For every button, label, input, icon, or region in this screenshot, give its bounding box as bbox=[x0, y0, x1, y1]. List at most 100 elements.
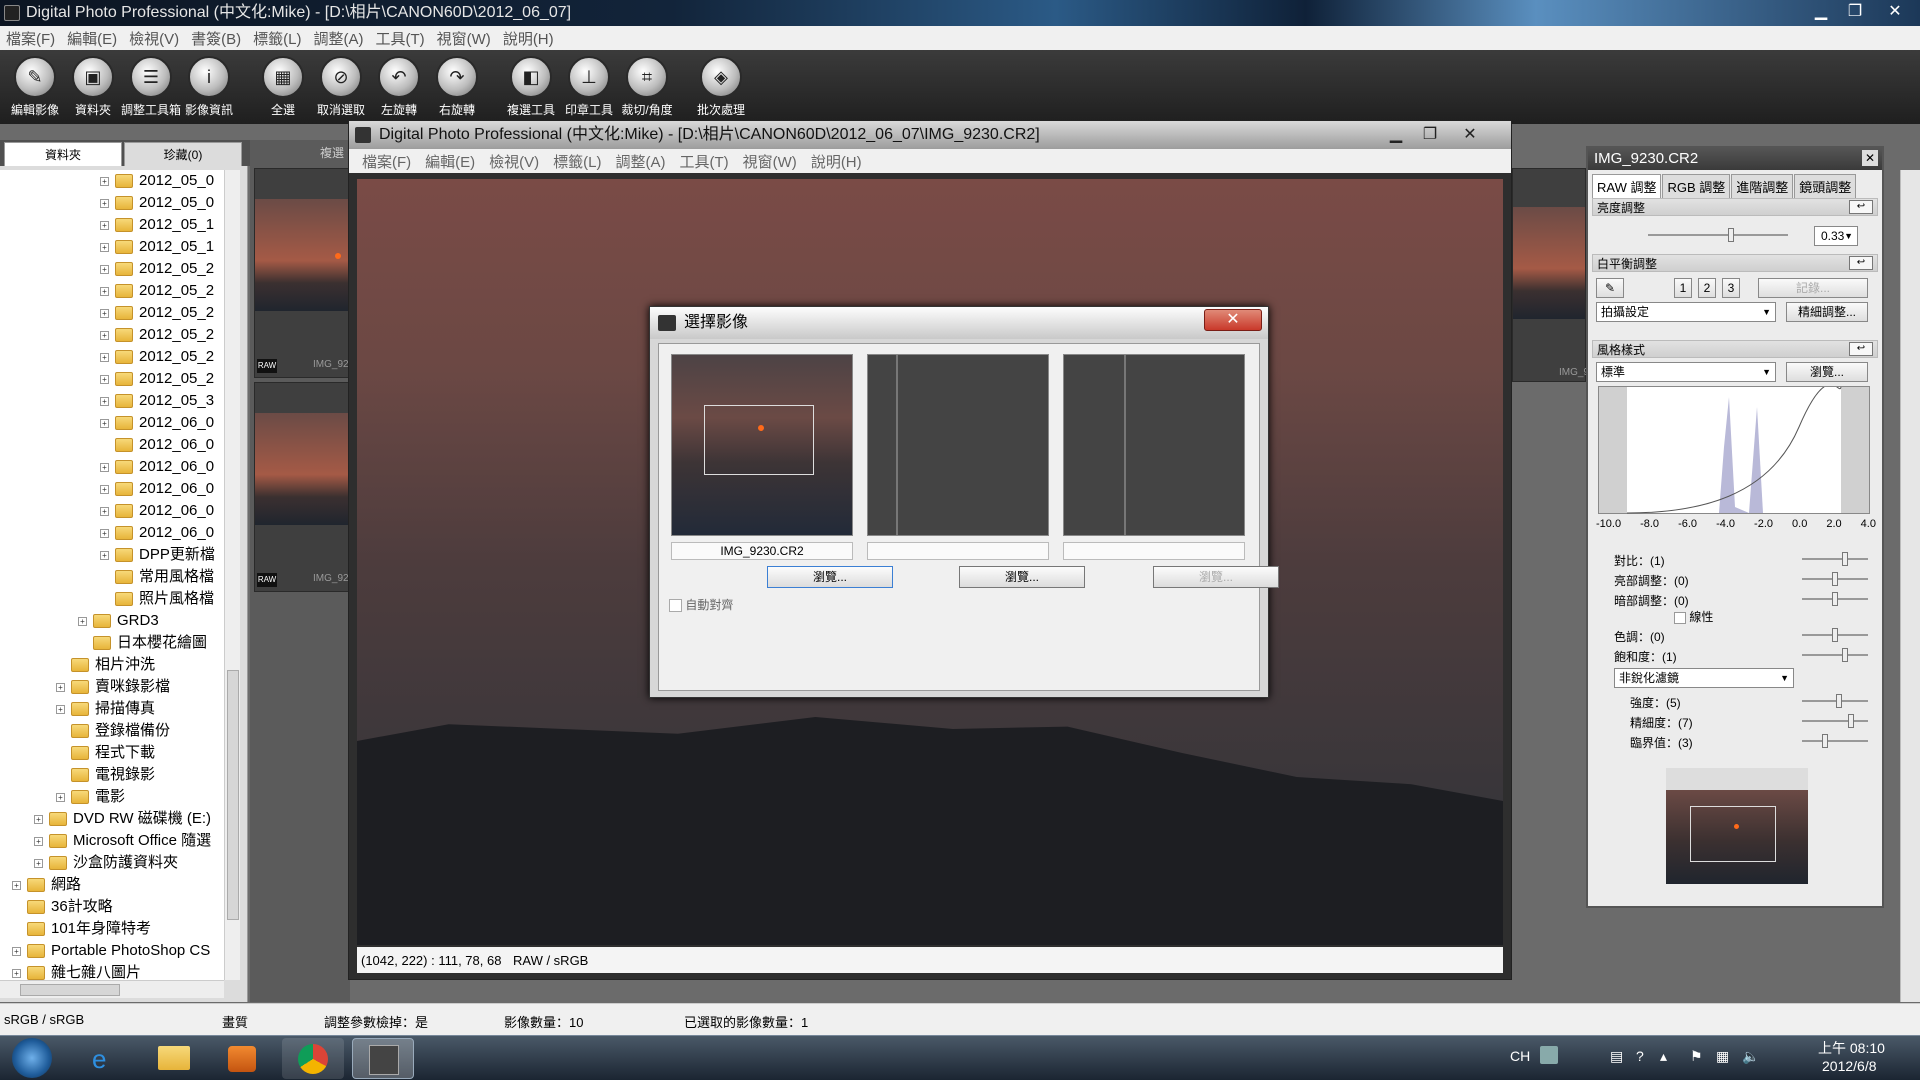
fineness-slider[interactable] bbox=[1802, 714, 1868, 728]
linear-option[interactable]: 線性 bbox=[1674, 608, 1713, 625]
slider-knob[interactable] bbox=[1728, 228, 1734, 242]
expand-toggle-icon[interactable]: + bbox=[100, 462, 109, 472]
tree-item[interactable]: + 沙盒防護資料夾 bbox=[34, 852, 178, 874]
expand-toggle-icon[interactable]: + bbox=[56, 792, 65, 802]
expand-toggle-icon[interactable]: + bbox=[100, 352, 109, 362]
tree-item[interactable]: 登錄檔備份 bbox=[56, 720, 170, 742]
expand-toggle-icon[interactable]: + bbox=[12, 968, 21, 978]
strength-slider[interactable] bbox=[1802, 694, 1868, 708]
tree-item[interactable]: 2012_06_0 bbox=[100, 434, 214, 456]
menu-help[interactable]: 說明(H) bbox=[497, 28, 560, 49]
tab-advanced-adjust[interactable]: 進階調整 bbox=[1731, 174, 1794, 199]
maximize-icon[interactable]: ❐ bbox=[1838, 0, 1872, 24]
network-icon[interactable]: ▦ bbox=[1716, 1048, 1729, 1065]
tree-item[interactable]: 36計攻略 bbox=[12, 896, 113, 918]
image-slot-2[interactable] bbox=[867, 354, 1049, 536]
tree-item[interactable]: + Microsoft Office 隨選 bbox=[34, 830, 211, 852]
reset-icon[interactable]: ↩ bbox=[1849, 342, 1873, 356]
shadow-slider[interactable] bbox=[1802, 592, 1868, 606]
deselect-button[interactable]: ⊘ 取消選取 bbox=[310, 56, 372, 118]
expand-toggle-icon[interactable]: + bbox=[100, 220, 109, 230]
brightness-slider[interactable] bbox=[1648, 228, 1788, 242]
threshold-slider[interactable] bbox=[1802, 734, 1868, 748]
tool-palette-title[interactable]: IMG_9230.CR2 ✕ bbox=[1588, 148, 1882, 170]
editor-menu-adjust[interactable]: 調整(A) bbox=[609, 151, 673, 172]
taskbar-chrome[interactable] bbox=[282, 1038, 344, 1079]
tree-item[interactable]: +2012_05_3 bbox=[100, 390, 214, 412]
slider-knob[interactable] bbox=[1848, 714, 1854, 728]
scroll-thumb[interactable] bbox=[227, 670, 239, 920]
minimize-icon[interactable]: ▁ bbox=[1379, 123, 1413, 147]
editor-menu-label[interactable]: 標籤(L) bbox=[546, 151, 608, 172]
slider-knob[interactable] bbox=[1832, 592, 1838, 606]
folder-button[interactable]: ▣ 資料夾 bbox=[62, 56, 124, 118]
wb-record-button[interactable]: 記錄... bbox=[1758, 278, 1868, 298]
tab-folders[interactable]: 資料夾 bbox=[4, 142, 122, 166]
reset-icon[interactable]: ↩ bbox=[1849, 200, 1873, 214]
toolbox-button[interactable]: ☰ 調整工具箱 bbox=[120, 56, 182, 118]
slider-knob[interactable] bbox=[1822, 734, 1828, 748]
tree-item[interactable]: +2012_05_2 bbox=[100, 258, 214, 280]
tree-item[interactable]: +2012_06_0 bbox=[100, 456, 214, 478]
tree-item[interactable]: + DVD RW 磁碟機 (E:) bbox=[34, 808, 211, 830]
editor-menu-view[interactable]: 檢視(V) bbox=[482, 151, 546, 172]
wb-preset-3[interactable]: 3 bbox=[1722, 278, 1740, 298]
menu-adjust[interactable]: 調整(A) bbox=[308, 28, 370, 49]
dialog-close-button[interactable]: ✕ bbox=[1204, 309, 1262, 331]
tree-item[interactable]: +2012_05_2 bbox=[100, 346, 214, 368]
main-window-title-bar[interactable]: Digital Photo Professional (中文化:Mike) - … bbox=[0, 0, 1920, 26]
browse-button-1[interactable]: 瀏覽... bbox=[767, 566, 893, 588]
navigator-frame[interactable] bbox=[1690, 806, 1776, 862]
dialog-title-bar[interactable]: 選擇影像 ✕ bbox=[650, 307, 1268, 339]
taskbar-ie[interactable]: e bbox=[74, 1038, 136, 1079]
stamp-tool-button[interactable]: ⊥ 印章工具 bbox=[558, 56, 620, 118]
editor-menu-edit[interactable]: 編輯(E) bbox=[418, 151, 482, 172]
sharpness-mode-select[interactable]: 非銳化濾鏡 bbox=[1614, 668, 1794, 688]
slider-knob[interactable] bbox=[1842, 552, 1848, 566]
tree-item[interactable]: +2012_06_0 bbox=[100, 522, 214, 544]
slider-knob[interactable] bbox=[1832, 628, 1838, 642]
expand-toggle-icon[interactable]: + bbox=[34, 814, 43, 824]
expand-toggle-icon[interactable]: + bbox=[100, 198, 109, 208]
expand-toggle-icon[interactable]: + bbox=[34, 836, 43, 846]
editor-menu-help[interactable]: 說明(H) bbox=[804, 151, 869, 172]
thumbnail-card[interactable]: RAW IMG_92 bbox=[254, 168, 354, 378]
expand-toggle-icon[interactable]: + bbox=[100, 242, 109, 252]
image-slot-3[interactable] bbox=[1063, 354, 1245, 536]
slider-knob[interactable] bbox=[1832, 572, 1838, 586]
rotate-left-button[interactable]: ↶ 左旋轉 bbox=[368, 56, 430, 118]
close-icon[interactable]: ✕ bbox=[1872, 0, 1918, 24]
tree-item[interactable]: +2012_06_0 bbox=[100, 412, 214, 434]
edit-image-button[interactable]: ✎ 編輯影像 bbox=[4, 56, 66, 118]
tree-item[interactable]: + 電影 bbox=[56, 786, 125, 808]
highlight-slider[interactable] bbox=[1802, 572, 1868, 586]
thumbnail-card-right[interactable]: IMG_92 bbox=[1512, 168, 1595, 382]
picture-style-browse[interactable]: 瀏覽... bbox=[1786, 362, 1868, 382]
saturation-slider[interactable] bbox=[1802, 648, 1868, 662]
expand-toggle-icon[interactable]: + bbox=[56, 704, 65, 714]
tab-collection[interactable]: 珍藏(0) bbox=[124, 142, 242, 166]
volume-icon[interactable]: 🔈 bbox=[1742, 1048, 1759, 1065]
expand-toggle-icon[interactable]: + bbox=[78, 616, 87, 626]
clock-time[interactable]: 上午 08:10 bbox=[1818, 1038, 1885, 1058]
tree-item[interactable]: + GRD3 bbox=[78, 610, 159, 632]
tree-item[interactable]: +2012_05_2 bbox=[100, 302, 214, 324]
editor-title-bar[interactable]: Digital Photo Professional (中文化:Mike) - … bbox=[349, 121, 1511, 149]
tree-item[interactable]: + Portable PhotoShop CS bbox=[12, 940, 210, 962]
close-icon[interactable]: ✕ bbox=[1447, 123, 1493, 147]
picture-style-select[interactable]: 標準 bbox=[1596, 362, 1776, 382]
expand-toggle-icon[interactable]: + bbox=[100, 374, 109, 384]
tree-item[interactable]: + 掃描傳真 bbox=[56, 698, 155, 720]
tab-lens-adjust[interactable]: 鏡頭調整 bbox=[1794, 174, 1857, 199]
expand-toggle-icon[interactable]: + bbox=[12, 880, 21, 890]
editor-menu-window[interactable]: 視窗(W) bbox=[736, 151, 804, 172]
taskbar-explorer[interactable] bbox=[144, 1038, 206, 1079]
folder-tree-hscroll[interactable] bbox=[0, 980, 224, 998]
crop-button[interactable]: ⌗ 裁切/角度 bbox=[616, 56, 678, 118]
tree-item[interactable]: 常用風格檔 bbox=[100, 566, 214, 588]
menu-tools[interactable]: 工具(T) bbox=[370, 28, 431, 49]
tray-chevron-icon[interactable]: ▴ bbox=[1660, 1048, 1667, 1065]
expand-toggle-icon[interactable]: + bbox=[100, 176, 109, 186]
tree-item[interactable]: 程式下載 bbox=[56, 742, 155, 764]
auto-align-row[interactable]: 自動對齊 bbox=[669, 596, 733, 613]
